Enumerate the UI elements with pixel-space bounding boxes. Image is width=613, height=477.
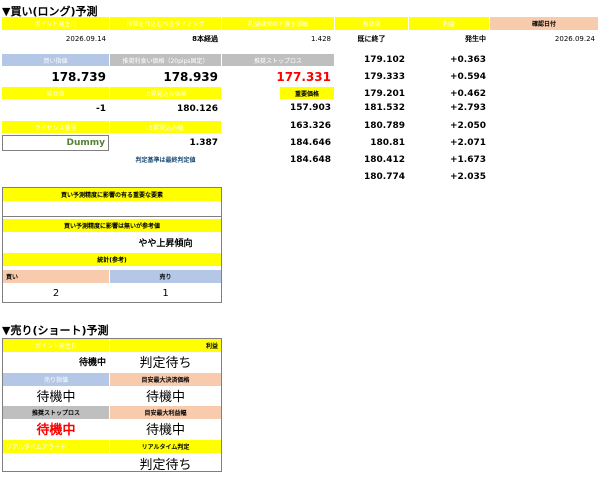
short-recommended-value: 待機中	[145, 390, 185, 404]
long-entry-timing-header: 指値を仕込むべきタイミング	[110, 17, 221, 30]
long-recommended-buy-label: 推奨利食い価格（20pips固定）	[110, 54, 221, 66]
profit-value: +1.673	[449, 155, 486, 165]
profit-value: +0.363	[449, 55, 486, 65]
long-stats-buy-label: 買い	[3, 270, 109, 283]
long-profit-target-header: 利益確保の下落予想幅	[222, 17, 334, 30]
long-buy-limit-value: 178.739	[51, 69, 106, 84]
long-profit-header: 利益	[409, 17, 489, 30]
long-stats-label: 統計(参考)	[3, 253, 221, 266]
long-point-date-value: 2026.09.14	[65, 34, 106, 43]
long-license-label: ライセンス番号	[2, 121, 109, 133]
short-max-profit-label: 目安最大利益幅	[110, 406, 221, 419]
valid-value: 179.102	[364, 55, 405, 65]
long-profit-target-value: 1.428	[310, 34, 331, 43]
long-upper-width-value: 1.387	[189, 138, 218, 148]
short-realtime-alert-value	[3, 455, 109, 471]
short-profit-label: 利益	[110, 339, 221, 352]
long-valid-value-header: 有効値	[335, 17, 408, 30]
long-profit-status: 発生中	[465, 34, 486, 43]
profit-value: +2.793	[449, 103, 486, 113]
profit-value: +0.462	[449, 89, 486, 99]
important-price: 184.646	[290, 138, 331, 148]
long-buy-limit-label: 買い指値	[2, 54, 109, 66]
long-point-date-header: ポイント発生日	[2, 17, 109, 30]
long-settlement-label: 結合値	[2, 87, 109, 99]
valid-value: 181.532	[364, 103, 405, 113]
profit-value: +2.035	[449, 172, 486, 182]
valid-value: 180.412	[364, 155, 405, 165]
valid-value: 179.201	[364, 89, 405, 99]
short-section-title: ▼売り(ショート)予測	[2, 324, 109, 336]
important-price: 163.326	[290, 121, 331, 131]
profit-value: +2.071	[449, 138, 486, 148]
short-stoploss-value: 待機中	[36, 423, 76, 437]
short-profit-value: 判定待ち	[139, 356, 192, 370]
long-entry-timing-value: 8本経過	[192, 34, 218, 43]
long-settlement-value: -1	[96, 103, 106, 114]
long-stoploss-value: 177.331	[276, 69, 331, 84]
valid-value: 179.333	[364, 72, 405, 82]
long-stoploss-label: 推奨ストップロス	[222, 54, 334, 66]
long-q2-label: 買い予測精度に影響は無いが参考値	[3, 219, 221, 232]
long-section-title: ▼買い(ロング)予測	[2, 5, 98, 17]
short-recommended-label: 目安最大決済価格	[110, 373, 221, 386]
long-stats-sell-label: 売り	[110, 270, 221, 283]
short-max-profit-value: 待機中	[145, 423, 185, 437]
important-price: 157.903	[290, 103, 331, 113]
short-realtime-judge-value: 判定待ち	[139, 457, 192, 472]
profit-value: +2.050	[449, 121, 486, 131]
long-q1-label: 買い予測精度に影響の有る重要な要素	[3, 188, 221, 201]
valid-value: 180.774	[364, 172, 405, 182]
long-note-link[interactable]: 判定基準は最終判定値	[110, 153, 221, 165]
long-important-label: 重要価格	[280, 87, 334, 99]
short-sell-limit-value: 待機中	[36, 390, 76, 404]
short-point-date-value: 待機中	[78, 358, 106, 368]
short-sell-limit-label: 売り指値	[3, 373, 109, 386]
long-q1-value	[3, 202, 221, 217]
profit-value: +0.594	[449, 72, 486, 82]
long-q2-value: やや上昇傾向	[138, 238, 193, 249]
short-stoploss-label: 推奨ストップロス	[3, 406, 109, 419]
short-realtime-alert-label: リアルタイムアラート	[3, 440, 109, 453]
short-realtime-judge-label: リアルタイム判定	[110, 440, 221, 453]
long-confirm-date-value: 2026.09.24	[554, 34, 595, 43]
valid-value: 180.81	[370, 138, 405, 148]
long-stats-sell-value: 1	[162, 288, 169, 299]
long-confirm-date-header: 確認日付	[490, 17, 598, 30]
long-upper-expected-label: 上昇見込み価格	[110, 87, 221, 99]
long-recommended-buy-value: 178.939	[163, 69, 218, 84]
important-price: 184.648	[290, 155, 331, 165]
long-stats-buy-value: 2	[52, 288, 60, 299]
short-point-date-label: ポイント発生日	[3, 339, 109, 352]
long-license-field[interactable]: Dummy	[2, 135, 109, 151]
long-valid-status: 既に終了	[357, 34, 386, 43]
long-upper-width-label: 上昇見込み幅	[110, 121, 221, 133]
valid-value: 180.789	[364, 121, 405, 131]
long-upper-expected-value: 180.126	[177, 103, 218, 114]
